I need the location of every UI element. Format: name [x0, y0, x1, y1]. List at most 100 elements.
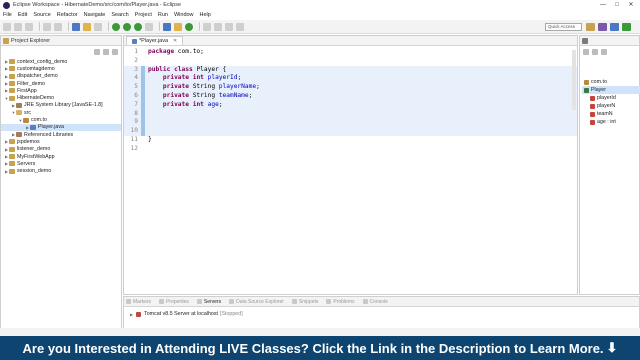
open-perspective-icon[interactable]: [586, 23, 595, 31]
back-icon[interactable]: [225, 22, 233, 31]
outline-item-label: playerId: [597, 95, 616, 101]
outline-item[interactable]: playerN: [582, 102, 640, 110]
tab-snippets[interactable]: Snippets: [291, 299, 318, 305]
tree-item[interactable]: ▶ dispatcher_demo: [1, 73, 121, 80]
tree-item[interactable]: ▶ customtagdemo: [1, 65, 121, 72]
field-token: age: [207, 100, 219, 108]
build-icon[interactable]: [54, 22, 62, 31]
code-line[interactable]: 8: [124, 109, 577, 119]
debug-perspective-icon[interactable]: [622, 23, 631, 31]
tab-data-source-explorer[interactable]: Data Source Explorer: [229, 299, 284, 305]
search-icon[interactable]: [94, 22, 102, 31]
code-line[interactable]: 9: [124, 118, 577, 128]
menu-file[interactable]: File: [3, 12, 12, 18]
java-ee-perspective-icon[interactable]: [598, 23, 607, 31]
tab-markers[interactable]: Markers: [126, 299, 151, 305]
menu-window[interactable]: Window: [174, 12, 194, 18]
open-task-icon[interactable]: [83, 22, 91, 31]
code-line[interactable]: 7 private int age;: [124, 100, 577, 110]
menu-search[interactable]: Search: [111, 12, 128, 18]
menu-source[interactable]: Source: [33, 12, 50, 18]
tree-item[interactable]: ▶ JRE System Library [JavaSE-1.8]: [1, 102, 121, 109]
next-annotation-icon[interactable]: [203, 22, 211, 31]
tree-item[interactable]: ▼ src: [1, 109, 121, 116]
code-line[interactable]: 10: [124, 127, 577, 136]
new-java-project-icon[interactable]: [163, 22, 171, 31]
tree-item[interactable]: ▶ MyFirstWebApp: [1, 153, 121, 160]
outline-item[interactable]: teamN: [582, 110, 640, 118]
menu-project[interactable]: Project: [135, 12, 152, 18]
menu-run[interactable]: Run: [158, 12, 168, 18]
run-icon[interactable]: [123, 22, 131, 31]
tree-item[interactable]: ▼ com.to: [1, 116, 121, 123]
code-line[interactable]: 1 package com.to;: [124, 48, 577, 57]
code-area[interactable]: 1 package com.to; 2 3 public class Player {4…: [124, 48, 577, 154]
external-tools-icon[interactable]: [145, 22, 153, 31]
expand-arrow-icon[interactable]: ▶: [130, 312, 133, 317]
quick-access-input[interactable]: Quick Access: [545, 23, 582, 31]
menu-refactor[interactable]: Refactor: [57, 12, 78, 18]
new-class-icon[interactable]: [185, 22, 193, 31]
outline-item[interactable]: age : int: [582, 118, 640, 126]
code-line[interactable]: 12: [124, 145, 577, 154]
previous-annotation-icon[interactable]: [214, 22, 222, 31]
tree-item[interactable]: ▶ jspdemos: [1, 138, 121, 145]
project-explorer-icon: [3, 37, 9, 44]
view-tab-icon: [196, 299, 202, 304]
tab-console[interactable]: Console: [362, 299, 388, 305]
tree-item-label: src: [24, 109, 32, 116]
tree-item[interactable]: ▶ FirstApp: [1, 87, 121, 94]
code-line[interactable]: 11}: [124, 136, 577, 145]
coverage-icon[interactable]: [134, 22, 142, 31]
menu-help[interactable]: Help: [200, 12, 211, 18]
collapse-all-icon[interactable]: [94, 49, 100, 55]
hide-static-icon[interactable]: [601, 49, 607, 55]
link-with-editor-icon[interactable]: [103, 49, 109, 55]
tree-item[interactable]: ▼ HibernateDemo: [1, 94, 121, 101]
print-icon[interactable]: [43, 22, 51, 31]
code-line[interactable]: 6 private String teamName;: [124, 91, 577, 101]
close-button[interactable]: ✕: [624, 0, 638, 10]
debug-icon[interactable]: [112, 22, 120, 31]
tab-problems[interactable]: Problems: [326, 299, 355, 305]
outline-item[interactable]: playerId: [582, 94, 640, 102]
new-icon[interactable]: [3, 22, 11, 31]
tree-item[interactable]: ▶ Servers: [1, 160, 121, 167]
view-tab-icon: [126, 299, 131, 304]
maximize-button[interactable]: □: [610, 0, 624, 10]
tree-item-label: listener_demo: [17, 146, 51, 153]
server-row[interactable]: ▶ Tomcat v8.5 Server at localhost [Stopp…: [130, 311, 243, 317]
java-perspective-icon[interactable]: [610, 23, 619, 31]
code-line[interactable]: 5 private String playerName;: [124, 83, 577, 92]
project-explorer-title[interactable]: Project Explorer: [11, 38, 50, 44]
hide-fields-icon[interactable]: [592, 49, 598, 55]
tab-properties[interactable]: Properties: [159, 299, 189, 305]
tree-item[interactable]: ▶ Referenced Libraries: [1, 131, 121, 138]
code-line[interactable]: 4 private int playerId;: [124, 74, 577, 84]
view-menu-icon[interactable]: [112, 49, 118, 55]
sort-icon[interactable]: [583, 49, 589, 55]
code-line[interactable]: 2: [124, 57, 577, 66]
forward-icon[interactable]: [236, 22, 244, 31]
outline-item-label: com.to: [591, 79, 607, 85]
tree-item[interactable]: ▶ Filter_demo: [1, 80, 121, 87]
minimize-button[interactable]: —: [596, 0, 610, 10]
save-icon[interactable]: [14, 22, 22, 31]
save-all-icon[interactable]: [25, 22, 33, 31]
close-tab-icon[interactable]: ✕: [173, 38, 177, 44]
editor-scrollbar[interactable]: [572, 50, 576, 110]
outline-item[interactable]: Player: [582, 86, 640, 94]
new-package-icon[interactable]: [174, 22, 182, 31]
menu-bar: File Edit Source Refactor Navigate Searc…: [0, 10, 640, 20]
menu-edit[interactable]: Edit: [18, 12, 27, 18]
tree-item[interactable]: ▶ context_config_demo: [1, 58, 121, 65]
tree-item[interactable]: ▶ listener_demo: [1, 146, 121, 153]
outline-item[interactable]: com.to: [582, 78, 640, 86]
tree-item[interactable]: ▶ Player.java: [1, 123, 121, 131]
tree-item[interactable]: ▶ session_demo: [1, 167, 121, 174]
tab-servers[interactable]: Servers: [196, 299, 221, 305]
editor-tab-player-java[interactable]: *Player.java ✕: [126, 36, 184, 45]
menu-navigate[interactable]: Navigate: [84, 12, 106, 18]
open-type-icon[interactable]: [72, 22, 80, 31]
